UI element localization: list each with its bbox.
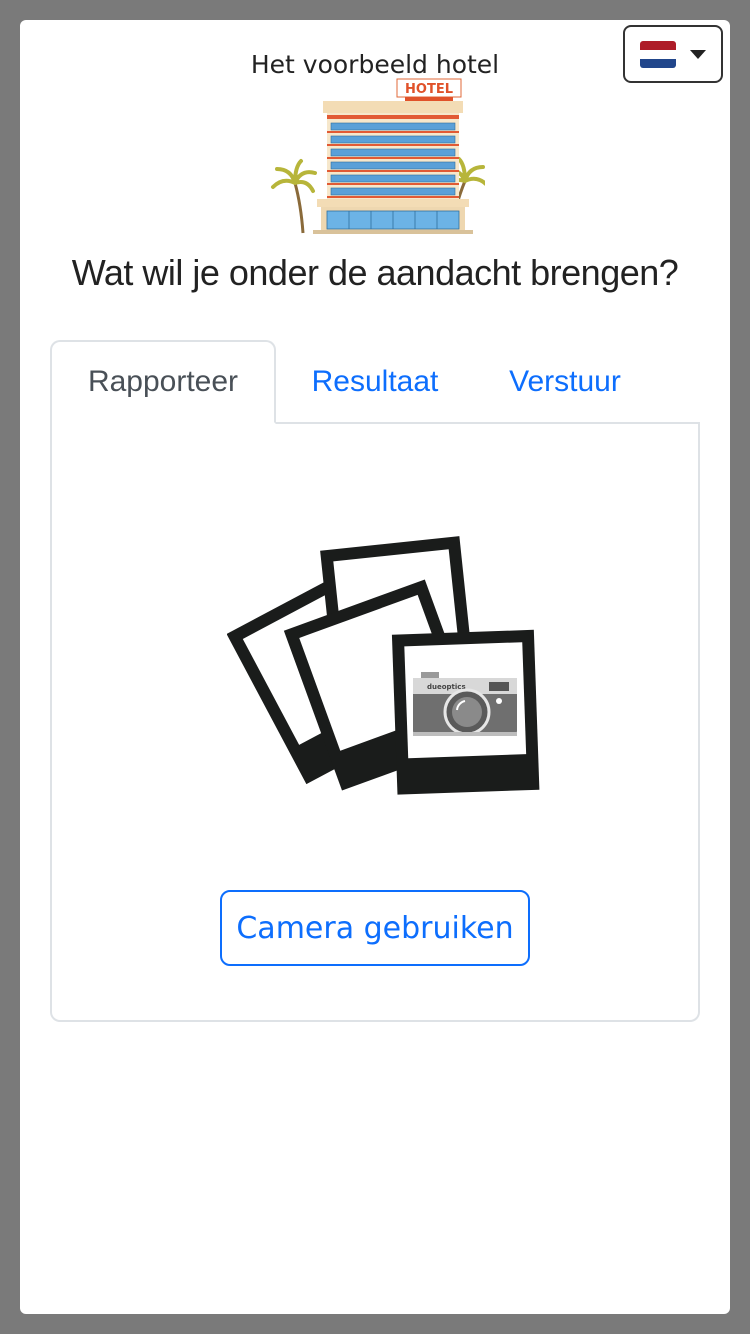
palm-tree-left bbox=[271, 159, 317, 234]
hotel-building-icon: HOTEL bbox=[271, 78, 485, 234]
tab-resultaat[interactable]: Resultaat bbox=[290, 340, 460, 424]
tab-rapporteer[interactable]: Rapporteer bbox=[50, 340, 276, 424]
camera-icon: dueoptics bbox=[413, 672, 517, 736]
hotel-sign-text: HOTEL bbox=[405, 82, 453, 97]
tab-bar: Rapporteer Resultaat Verstuur bbox=[50, 340, 700, 424]
report-panel: dueoptics Camera gebruiken bbox=[50, 422, 700, 1022]
app-card: Het voorbeeld hotel HOTEL Wat wil je ond… bbox=[20, 20, 730, 1314]
use-camera-button[interactable]: Camera gebruiken bbox=[220, 890, 530, 966]
nl-flag-icon bbox=[640, 40, 676, 68]
caret-down-icon bbox=[690, 49, 706, 59]
page-question: Wat wil je onder de aandacht brengen? bbox=[71, 252, 679, 293]
language-selector[interactable] bbox=[623, 25, 723, 83]
tab-verstuur[interactable]: Verstuur bbox=[480, 340, 650, 424]
photos-camera-icon: dueoptics bbox=[227, 536, 540, 795]
